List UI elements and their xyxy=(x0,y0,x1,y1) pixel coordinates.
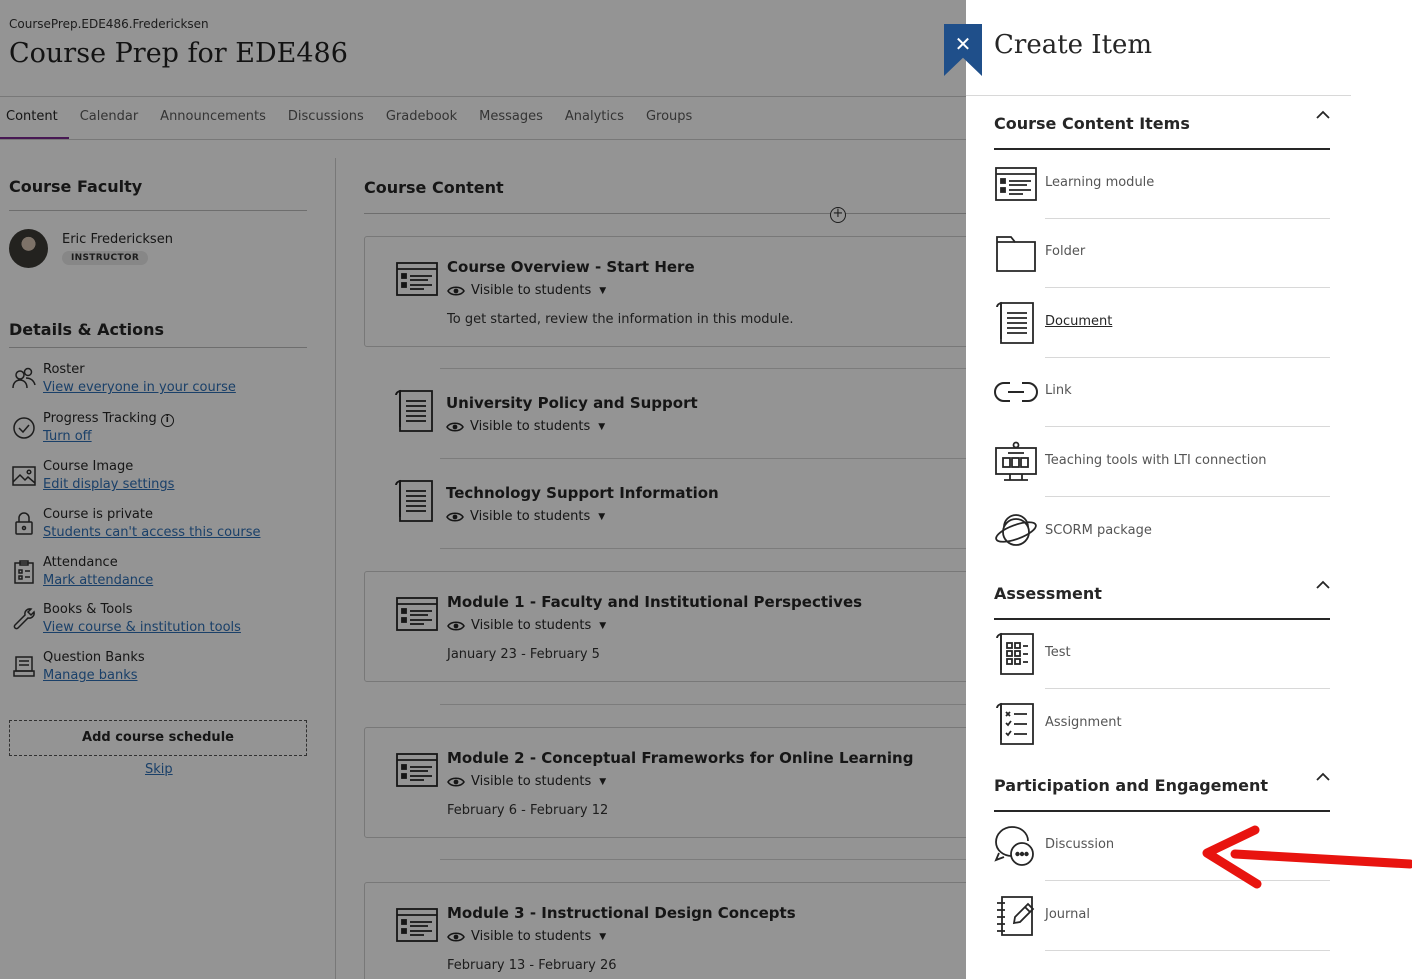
chevron-up-icon xyxy=(1316,580,1330,589)
group-header-assessment[interactable]: Assessment xyxy=(994,580,1330,603)
modal-backdrop[interactable] xyxy=(0,0,966,979)
create-folder[interactable]: Folder xyxy=(994,219,1330,287)
item-label: Folder xyxy=(1045,244,1086,259)
document-icon xyxy=(996,301,1034,344)
chevron-up-icon xyxy=(1316,772,1330,781)
link-icon xyxy=(994,382,1038,402)
chevron-up-icon xyxy=(1316,110,1330,119)
create-scorm-package[interactable]: SCORM package xyxy=(994,498,1330,566)
group-heading-text: Participation and Engagement xyxy=(994,776,1269,795)
item-label: Journal xyxy=(1045,907,1090,922)
item-label: Discussion xyxy=(1045,837,1115,852)
group-header-course-content-items[interactable]: Course Content Items xyxy=(994,110,1330,133)
assignment-icon xyxy=(996,702,1034,745)
item-divider xyxy=(1045,950,1330,951)
test-icon xyxy=(996,632,1034,675)
folder-icon xyxy=(996,236,1036,272)
item-label: Teaching tools with LTI connection xyxy=(1045,453,1267,468)
journal-icon xyxy=(997,896,1035,936)
item-label: Document xyxy=(1045,314,1113,329)
item-divider xyxy=(1045,496,1330,497)
panel-header-divider xyxy=(966,95,1351,96)
create-learning-module[interactable]: Learning module xyxy=(994,150,1330,218)
item-label: SCORM package xyxy=(1045,523,1152,538)
panel-title: Create Item xyxy=(994,30,1153,60)
item-label: Learning module xyxy=(1045,175,1155,190)
item-divider xyxy=(1045,688,1330,689)
annotation-arrow xyxy=(1202,825,1412,889)
item-label: Assignment xyxy=(1045,715,1122,730)
close-icon: ✕ xyxy=(954,32,972,56)
lti-tools-icon xyxy=(995,441,1037,481)
learning-module-icon xyxy=(995,167,1037,201)
create-assignment[interactable]: Assignment xyxy=(994,690,1330,758)
group-heading-text: Assessment xyxy=(994,584,1102,603)
scorm-icon xyxy=(995,514,1037,546)
create-lti-tool[interactable]: Teaching tools with LTI connection xyxy=(994,428,1330,496)
item-label: Link xyxy=(1045,383,1072,398)
create-link[interactable]: Link xyxy=(994,358,1330,426)
item-divider xyxy=(1045,287,1330,288)
group-header-participation[interactable]: Participation and Engagement xyxy=(994,772,1330,795)
create-test[interactable]: Test xyxy=(994,620,1330,688)
create-document[interactable]: Document xyxy=(994,289,1330,357)
item-label: Test xyxy=(1045,645,1071,660)
item-divider xyxy=(1045,426,1330,427)
group-heading-text: Course Content Items xyxy=(994,114,1190,133)
discussion-icon xyxy=(994,826,1034,866)
